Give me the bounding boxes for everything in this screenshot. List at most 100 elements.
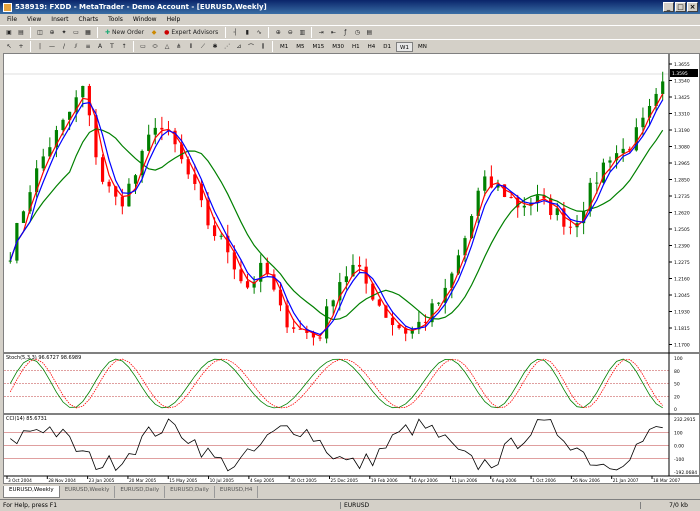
menu-window[interactable]: Window [128, 16, 162, 23]
date-tick-label: 4 Sep 2005 [250, 478, 275, 483]
arrows-icon[interactable]: ↑ [119, 41, 129, 52]
close-button[interactable]: × [687, 2, 698, 12]
date-tick-label: 28 Nov 2004 [48, 478, 76, 483]
new-order-icon: ✚ [105, 29, 111, 36]
window-title: 538919: FXDD - MetaTrader - Demo Account… [15, 3, 267, 11]
cci-tick-label: 0.00 [674, 444, 684, 450]
timeframe-mn[interactable]: MN [415, 42, 430, 52]
chart-shift-icon[interactable]: ⇥ [316, 27, 326, 38]
tab-eurusd-daily-2[interactable]: EURUSD,Daily [165, 486, 215, 498]
line-studies-toolbar: ↖ + | — / ⫽ ≡ A T ↑ ▭ ⬭ △ ⋔ ⦀ ⟋ ✱ ⋰ ⊿ ⌒ … [0, 39, 700, 53]
text-icon[interactable]: A [95, 41, 105, 52]
timeframe-h4[interactable]: H4 [365, 42, 379, 52]
candle-body [212, 225, 217, 237]
templates-icon[interactable]: ▤ [364, 27, 374, 38]
metaeditor-icon[interactable]: ◆ [149, 27, 159, 38]
timeframe-m5[interactable]: M5 [293, 42, 307, 52]
tester-icon[interactable]: ▦ [83, 27, 93, 38]
candle-body [641, 117, 645, 128]
fibonacci-icon[interactable]: ≡ [83, 41, 93, 52]
cci-tick-label: -100 [674, 457, 684, 463]
candle-body [595, 182, 599, 184]
menu-view[interactable]: View [22, 16, 46, 23]
tile-windows-icon[interactable]: ▥ [297, 27, 307, 38]
chart-tabs: EURUSD,Weekly EURUSD,Weekly EURUSD,Daily… [3, 486, 259, 498]
timeframe-m30[interactable]: M30 [329, 42, 347, 52]
chart-window[interactable]: 1.3655 1.3540 1.3425 1.3310 1.3190 1.3080 1.29… [3, 53, 700, 484]
candle-body [120, 196, 124, 207]
date-tick-label: 20 Mar 2005 [129, 478, 157, 483]
rectangle-icon[interactable]: ▭ [138, 41, 148, 52]
tab-eurusd-weekly-2[interactable]: EURUSD,Weekly [60, 486, 116, 498]
timeframe-m1[interactable]: M1 [277, 42, 291, 52]
horizontal-line-icon[interactable]: — [47, 41, 57, 52]
trendline-icon[interactable]: / [59, 41, 69, 52]
cycle-lines-icon[interactable]: ⦀ [186, 41, 196, 52]
new-order-button[interactable]: ✚ New Order [102, 27, 147, 38]
timeframe-h1[interactable]: H1 [349, 42, 363, 52]
maximize-button[interactable]: □ [675, 2, 686, 12]
date-tick-label: 21 Jan 2007 [613, 478, 639, 483]
autoscroll-icon[interactable]: ⇤ [328, 27, 338, 38]
triangle-icon[interactable]: △ [162, 41, 172, 52]
price-tick-label: 1.3190 [674, 128, 690, 134]
market-watch-icon[interactable]: ◫ [35, 27, 45, 38]
zoom-in-icon[interactable]: ⊕ [273, 27, 283, 38]
timeframe-w1[interactable]: W1 [396, 41, 413, 52]
periods-icon[interactable]: ◷ [352, 27, 362, 38]
date-tick-label: 3 Oct 2004 [8, 478, 32, 483]
candle-body [107, 181, 111, 187]
line-chart-icon[interactable]: ∿ [254, 27, 264, 38]
zoom-out-icon[interactable]: ⊖ [285, 27, 295, 38]
menu-file[interactable]: File [2, 16, 22, 23]
stochastic-tick-label: 20 [674, 394, 680, 400]
cci-label: CCI(14) 85.6731 [6, 416, 47, 422]
menu-help[interactable]: Help [162, 16, 186, 23]
candlestick-icon[interactable]: ▮ [242, 27, 252, 38]
new-chart-icon[interactable]: ▣ [4, 27, 14, 38]
price-tick-label: 1.2160 [674, 277, 690, 283]
crosshair-icon[interactable]: + [16, 41, 26, 52]
candle-body [344, 276, 348, 283]
profiles-icon[interactable]: ▤ [16, 27, 26, 38]
label-icon[interactable]: T [107, 41, 117, 52]
fan-icon[interactable]: ⋰ [222, 41, 232, 52]
minimize-button[interactable]: _ [663, 2, 674, 12]
price-tick-label: 1.1930 [674, 310, 690, 316]
arc-icon[interactable]: ⌒ [246, 41, 256, 52]
candle-body [292, 327, 296, 329]
expert-advisors-button[interactable]: ● Expert Advisors [161, 27, 221, 38]
tab-eurusd-daily[interactable]: EURUSD,Daily [115, 486, 166, 498]
timeframe-m15[interactable]: M15 [310, 42, 328, 52]
navigator-icon[interactable]: ✦ [59, 27, 69, 38]
terminal-icon[interactable]: ▭ [71, 27, 81, 38]
vertical-line-icon[interactable]: | [35, 41, 45, 52]
indicators-icon[interactable]: ƒ [340, 27, 350, 38]
time-zones-icon[interactable]: ⫼ [258, 41, 268, 52]
price-tick-label: 1.1815 [674, 326, 690, 332]
current-price-label: 1.3595 [672, 71, 688, 77]
tab-eurusd-weekly[interactable]: EURUSD,Weekly [3, 486, 60, 498]
candle-body [661, 81, 665, 94]
pitchfork-icon[interactable]: ⋔ [174, 41, 184, 52]
new-order-label: New Order [112, 29, 145, 36]
channel-icon[interactable]: ⫽ [71, 41, 81, 52]
timeframe-d1[interactable]: D1 [380, 42, 394, 52]
stochastic-tick-label: 0 [674, 407, 677, 413]
menu-charts[interactable]: Charts [74, 16, 104, 23]
cursor-icon[interactable]: ↖ [4, 41, 14, 52]
data-window-icon[interactable]: ⊕ [47, 27, 57, 38]
status-connection: 7/0 kb [640, 502, 700, 509]
menu-insert[interactable]: Insert [46, 16, 73, 23]
candle-body [8, 260, 12, 262]
expansion-icon[interactable]: ⊿ [234, 41, 244, 52]
gann-icon[interactable]: ✱ [210, 41, 220, 52]
stochastic-signal-line [9, 358, 664, 409]
menu-tools[interactable]: Tools [103, 16, 128, 23]
expert-advisors-label: Expert Advisors [171, 29, 219, 36]
tab-eurusd-h4[interactable]: EURUSD,H4 [215, 486, 259, 498]
price-chart[interactable]: 1.3655 1.3540 1.3425 1.3310 1.3190 1.3080 1.29… [4, 54, 699, 484]
regression-icon[interactable]: ⟋ [198, 41, 208, 52]
ellipse-icon[interactable]: ⬭ [150, 41, 160, 52]
bar-chart-icon[interactable]: ┤ [230, 27, 240, 38]
